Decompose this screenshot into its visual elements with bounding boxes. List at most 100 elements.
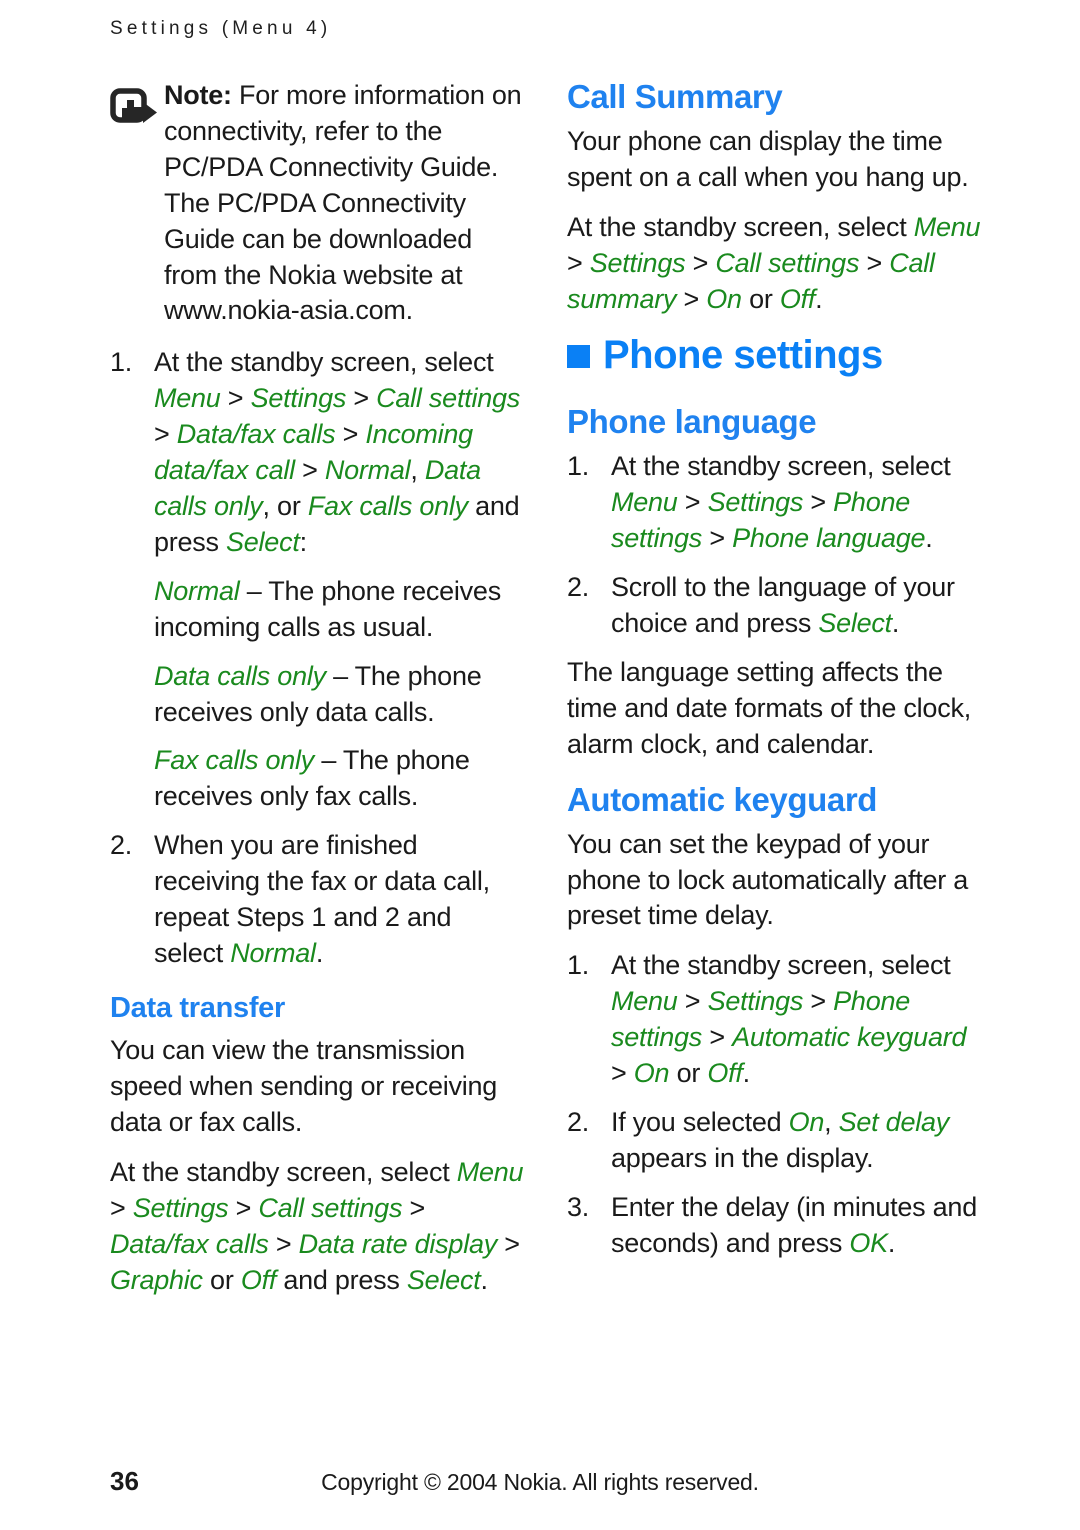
ui-term: Select bbox=[818, 608, 892, 639]
path-separator: : bbox=[299, 526, 308, 557]
ui-term: Select bbox=[406, 1264, 481, 1295]
ui-term: Off bbox=[240, 1264, 277, 1295]
left-column: Note: For more information on connectivi… bbox=[110, 78, 525, 1313]
step-number: 1. bbox=[110, 347, 133, 378]
step-mid: , bbox=[824, 1106, 839, 1137]
step-text: Scroll to the language of your choice an… bbox=[611, 570, 982, 642]
ui-term: Call settings bbox=[258, 1192, 403, 1223]
ui-term: Graphic bbox=[110, 1264, 203, 1295]
path-separator: > bbox=[803, 986, 834, 1017]
ui-term: Settings bbox=[589, 247, 686, 278]
ui-path: Menu > Settings > Phone settings > Phone… bbox=[611, 487, 933, 553]
ui-term: Settings bbox=[132, 1192, 229, 1223]
path-separator: or bbox=[741, 283, 780, 314]
path-separator: . bbox=[480, 1264, 488, 1295]
ui-term: OK bbox=[849, 1227, 888, 1258]
path-separator: , bbox=[410, 455, 425, 486]
ui-term: Data/fax calls bbox=[176, 419, 336, 450]
path-separator: > bbox=[346, 383, 377, 414]
list-item: 1. At the standby screen, select Menu > … bbox=[567, 948, 982, 1092]
step-text: At the standby screen, select Menu > Set… bbox=[611, 449, 982, 557]
ui-term: Normal bbox=[324, 455, 411, 486]
note-pointer-icon bbox=[110, 78, 164, 133]
list-item: 1. At the standby screen, select Menu > … bbox=[567, 449, 982, 557]
note-label: Note: bbox=[164, 80, 232, 110]
ui-term: Settings bbox=[250, 383, 347, 414]
path-separator: . bbox=[742, 1058, 751, 1089]
heading-phone-language: Phone language bbox=[567, 403, 817, 441]
path-separator: > bbox=[268, 1228, 299, 1259]
path-separator: > bbox=[685, 247, 716, 278]
step-lead: At the standby screen, select bbox=[611, 451, 951, 482]
path-separator: > bbox=[110, 1192, 133, 1223]
step-lead: At the standby screen, select bbox=[611, 950, 951, 981]
path-lead: At the standby screen, select bbox=[567, 211, 914, 242]
heading-call-summary: Call Summary bbox=[567, 78, 783, 115]
paragraph-phone-language: The language setting affects the time an… bbox=[567, 656, 971, 759]
step-number: 1. bbox=[567, 451, 590, 482]
path-separator: > bbox=[803, 487, 834, 518]
ui-term: Normal bbox=[230, 937, 316, 968]
path-separator: . bbox=[815, 283, 823, 314]
ui-term: Fax calls only bbox=[307, 490, 468, 521]
step-tail: appears in the display. bbox=[611, 1142, 874, 1173]
ui-term: Call settings bbox=[376, 383, 520, 414]
definition-fax-calls-only: Fax calls only – The phone receives only… bbox=[154, 743, 525, 815]
path-separator: and press bbox=[276, 1264, 407, 1295]
definition-data-calls-only: Data calls only – The phone receives onl… bbox=[154, 659, 525, 731]
ui-term: On bbox=[788, 1106, 825, 1137]
ui-term: Menu bbox=[456, 1156, 524, 1187]
step-number: 2. bbox=[567, 572, 590, 603]
step-tail: . bbox=[315, 937, 324, 968]
page-footer: 36 Copyright © 2004 Nokia. All rights re… bbox=[0, 1466, 1080, 1496]
ui-path: Menu > Settings > Call settings > Data/f… bbox=[154, 383, 520, 557]
step-text: At the standby screen, select Menu > Set… bbox=[611, 948, 982, 1092]
step-tail: . bbox=[887, 1227, 896, 1258]
path-separator: > bbox=[567, 247, 590, 278]
step-lead: If you selected bbox=[611, 1106, 789, 1137]
ui-path: Menu > Settings > Phone settings > Autom… bbox=[611, 986, 966, 1088]
ui-term: Off bbox=[779, 283, 816, 314]
step-number: 2. bbox=[567, 1106, 590, 1137]
ui-term: Settings bbox=[707, 986, 804, 1017]
ui-term: Settings bbox=[707, 487, 804, 518]
path-separator: > bbox=[859, 247, 890, 278]
path-separator: > bbox=[220, 383, 251, 414]
copyright-notice: Copyright © 2004 Nokia. All rights reser… bbox=[321, 1469, 759, 1495]
step-lead: Enter the delay (in minutes and seconds)… bbox=[611, 1191, 977, 1258]
ui-term: On bbox=[633, 1058, 670, 1089]
list-item: 2. Scroll to the language of your choice… bbox=[567, 570, 982, 642]
heading-phone-settings: Phone settings bbox=[567, 333, 982, 377]
path-separator: , or bbox=[262, 490, 308, 521]
ui-term: Menu bbox=[611, 487, 678, 518]
list-item: 3. Enter the delay (in minutes and secon… bbox=[567, 1190, 982, 1262]
ui-term: Menu bbox=[913, 211, 981, 242]
paragraph-data-transfer: You can view the transmission speed when… bbox=[110, 1035, 498, 1137]
heading-automatic-keyguard: Automatic keyguard bbox=[567, 780, 878, 818]
list-item: 1. At the standby screen, select Menu > … bbox=[110, 345, 525, 560]
path-separator: > bbox=[228, 1192, 259, 1223]
page-columns: Note: For more information on connectivi… bbox=[110, 78, 982, 1313]
step-text: Enter the delay (in minutes and seconds)… bbox=[611, 1190, 982, 1262]
running-header: Settings (Menu 4) bbox=[110, 18, 332, 39]
step-text: At the standby screen, select Menu > Set… bbox=[154, 345, 525, 560]
path-separator: > bbox=[702, 523, 733, 554]
definition-term: Fax calls only bbox=[154, 745, 315, 776]
paragraph-data-transfer-path: At the standby screen, select Menu > Set… bbox=[110, 1155, 525, 1299]
blue-square-bullet-icon bbox=[567, 344, 590, 368]
path-lead: At the standby screen, select bbox=[110, 1156, 457, 1187]
path-separator: > bbox=[677, 487, 708, 518]
note-body-text: For more information on connectivity, re… bbox=[164, 80, 522, 326]
ui-term: Menu bbox=[611, 986, 678, 1017]
path-separator: > bbox=[402, 1192, 425, 1223]
ui-term: Data/fax calls bbox=[110, 1228, 269, 1259]
step-lead: At the standby screen, select bbox=[154, 347, 494, 378]
path-separator: or bbox=[202, 1264, 241, 1295]
step-tail: . bbox=[891, 608, 900, 639]
path-separator: > bbox=[677, 986, 708, 1017]
paragraph-call-summary-path: At the standby screen, select Menu > Set… bbox=[567, 210, 982, 318]
path-separator: > bbox=[496, 1228, 520, 1259]
path-separator: . bbox=[925, 523, 933, 554]
path-separator: > bbox=[294, 455, 325, 486]
ui-term: Call settings bbox=[715, 247, 860, 278]
